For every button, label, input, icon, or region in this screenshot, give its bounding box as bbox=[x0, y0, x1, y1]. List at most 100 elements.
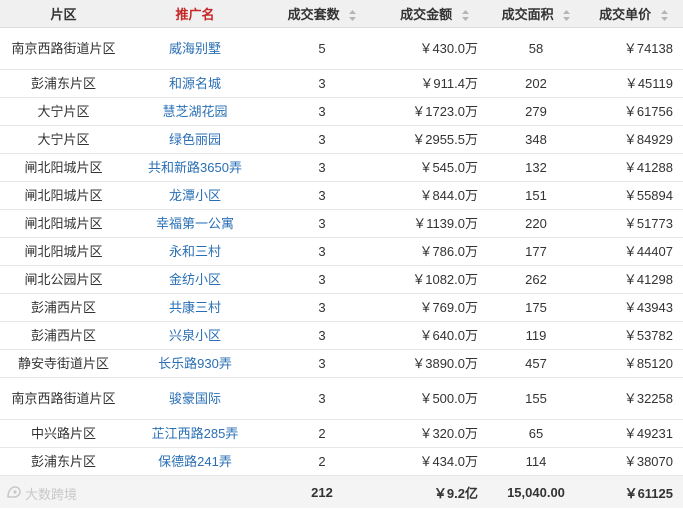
cell-size: 177 bbox=[488, 237, 584, 266]
footer-area-empty bbox=[0, 475, 127, 508]
cell-name-link[interactable]: 幸福第一公寓 bbox=[127, 209, 263, 238]
cell-price: ￥53782 bbox=[584, 321, 683, 350]
cell-size: 175 bbox=[488, 293, 584, 322]
cell-amount: ￥1082.0万 bbox=[381, 265, 488, 294]
table-row: 南京西路街道片区 威海别墅 5 ￥430.0万 58 ￥74138 bbox=[0, 27, 683, 70]
cell-size: 151 bbox=[488, 181, 584, 210]
footer-name-empty bbox=[127, 475, 263, 508]
cell-name-link[interactable]: 骏豪国际 bbox=[127, 377, 263, 420]
cell-count: 3 bbox=[263, 97, 381, 126]
cell-price: ￥41288 bbox=[584, 153, 683, 182]
cell-area: 彭浦东片区 bbox=[0, 447, 127, 476]
cell-amount: ￥640.0万 bbox=[381, 321, 488, 350]
cell-price: ￥84929 bbox=[584, 125, 683, 154]
cell-price: ￥51773 bbox=[584, 209, 683, 238]
cell-size: 65 bbox=[488, 419, 584, 448]
cell-count: 2 bbox=[263, 419, 381, 448]
cell-amount: ￥3890.0万 bbox=[381, 349, 488, 378]
cell-amount: ￥844.0万 bbox=[381, 181, 488, 210]
cell-amount: ￥1139.0万 bbox=[381, 209, 488, 238]
cell-name-link[interactable]: 保德路241弄 bbox=[127, 447, 263, 476]
cell-area: 闸北阳城片区 bbox=[0, 237, 127, 266]
cell-name-link[interactable]: 兴泉小区 bbox=[127, 321, 263, 350]
cell-name-link[interactable]: 共康三村 bbox=[127, 293, 263, 322]
cell-amount: ￥434.0万 bbox=[381, 447, 488, 476]
cell-count: 3 bbox=[263, 349, 381, 378]
cell-size: 279 bbox=[488, 97, 584, 126]
cell-price: ￥44407 bbox=[584, 237, 683, 266]
col-header-price[interactable]: 成交单价 bbox=[584, 0, 683, 28]
cell-name-link[interactable]: 龙潭小区 bbox=[127, 181, 263, 210]
col-header-count[interactable]: 成交套数 bbox=[263, 0, 381, 28]
cell-count: 2 bbox=[263, 447, 381, 476]
cell-name-link[interactable]: 共和新路3650弄 bbox=[127, 153, 263, 182]
table-row: 南京西路街道片区 骏豪国际 3 ￥500.0万 155 ￥32258 bbox=[0, 377, 683, 420]
cell-size: 114 bbox=[488, 447, 584, 476]
cell-count: 3 bbox=[263, 209, 381, 238]
cell-count: 3 bbox=[263, 265, 381, 294]
table-row: 闸北阳城片区 龙潭小区 3 ￥844.0万 151 ￥55894 bbox=[0, 181, 683, 210]
cell-name-link[interactable]: 永和三村 bbox=[127, 237, 263, 266]
table-row: 静安寺街道片区 长乐路930弄 3 ￥3890.0万 457 ￥85120 bbox=[0, 349, 683, 378]
cell-name-link[interactable]: 慧芝湖花园 bbox=[127, 97, 263, 126]
cell-amount: ￥430.0万 bbox=[381, 27, 488, 70]
cell-count: 3 bbox=[263, 237, 381, 266]
cell-area: 大宁片区 bbox=[0, 97, 127, 126]
table-row: 彭浦西片区 兴泉小区 3 ￥640.0万 119 ￥53782 bbox=[0, 321, 683, 350]
cell-count: 3 bbox=[263, 125, 381, 154]
cell-size: 132 bbox=[488, 153, 584, 182]
table-row: 大宁片区 绿色丽园 3 ￥2955.5万 348 ￥84929 bbox=[0, 125, 683, 154]
cell-price: ￥45119 bbox=[584, 69, 683, 98]
cell-count: 3 bbox=[263, 181, 381, 210]
cell-count: 3 bbox=[263, 293, 381, 322]
cell-area: 闸北阳城片区 bbox=[0, 209, 127, 238]
cell-name-link[interactable]: 长乐路930弄 bbox=[127, 349, 263, 378]
cell-price: ￥32258 bbox=[584, 377, 683, 420]
table-row: 闸北公园片区 金纺小区 3 ￥1082.0万 262 ￥41298 bbox=[0, 265, 683, 294]
cell-price: ￥55894 bbox=[584, 181, 683, 210]
cell-count: 3 bbox=[263, 69, 381, 98]
cell-area: 中兴路片区 bbox=[0, 419, 127, 448]
sort-arrows-icon[interactable] bbox=[563, 10, 571, 22]
cell-name-link[interactable]: 和源名城 bbox=[127, 69, 263, 98]
col-header-name[interactable]: 推广名 bbox=[127, 0, 263, 28]
cell-price: ￥61756 bbox=[584, 97, 683, 126]
cell-size: 348 bbox=[488, 125, 584, 154]
footer-size-total: 15,040.00 bbox=[488, 475, 584, 508]
table-row: 大宁片区 慧芝湖花园 3 ￥1723.0万 279 ￥61756 bbox=[0, 97, 683, 126]
cell-name-link[interactable]: 金纺小区 bbox=[127, 265, 263, 294]
col-header-amount[interactable]: 成交金额 bbox=[381, 0, 488, 28]
table-row: 彭浦东片区 和源名城 3 ￥911.4万 202 ￥45119 bbox=[0, 69, 683, 98]
cell-price: ￥43943 bbox=[584, 293, 683, 322]
cell-count: 3 bbox=[263, 377, 381, 420]
cell-area: 彭浦西片区 bbox=[0, 293, 127, 322]
cell-price: ￥41298 bbox=[584, 265, 683, 294]
cell-amount: ￥545.0万 bbox=[381, 153, 488, 182]
cell-count: 3 bbox=[263, 153, 381, 182]
cell-size: 155 bbox=[488, 377, 584, 420]
cell-size: 119 bbox=[488, 321, 584, 350]
cell-name-link[interactable]: 绿色丽园 bbox=[127, 125, 263, 154]
cell-amount: ￥1723.0万 bbox=[381, 97, 488, 126]
table-row: 彭浦西片区 共康三村 3 ￥769.0万 175 ￥43943 bbox=[0, 293, 683, 322]
cell-price: ￥85120 bbox=[584, 349, 683, 378]
footer-price-average: ￥61125 bbox=[584, 475, 683, 508]
sort-arrows-icon[interactable] bbox=[660, 10, 668, 22]
cell-amount: ￥769.0万 bbox=[381, 293, 488, 322]
cell-area: 南京西路街道片区 bbox=[0, 27, 127, 70]
table-footer-totals: 212 ￥9.2亿 15,040.00 ￥61125 bbox=[0, 475, 683, 508]
cell-amount: ￥911.4万 bbox=[381, 69, 488, 98]
table-header-row: 片区 推广名 成交套数 成交金额 成交面积 成交单价 bbox=[0, 0, 683, 28]
cell-name-link[interactable]: 芷江西路285弄 bbox=[127, 419, 263, 448]
cell-name-link[interactable]: 威海别墅 bbox=[127, 27, 263, 70]
table-row: 彭浦东片区 保德路241弄 2 ￥434.0万 114 ￥38070 bbox=[0, 447, 683, 476]
sort-arrows-icon[interactable] bbox=[349, 10, 357, 22]
table-row: 闸北阳城片区 共和新路3650弄 3 ￥545.0万 132 ￥41288 bbox=[0, 153, 683, 182]
cell-area: 彭浦西片区 bbox=[0, 321, 127, 350]
col-header-size[interactable]: 成交面积 bbox=[488, 0, 584, 28]
cell-size: 220 bbox=[488, 209, 584, 238]
table-row: 闸北阳城片区 幸福第一公寓 3 ￥1139.0万 220 ￥51773 bbox=[0, 209, 683, 238]
cell-count: 5 bbox=[263, 27, 381, 70]
sort-arrows-icon[interactable] bbox=[461, 10, 469, 22]
cell-area: 闸北阳城片区 bbox=[0, 153, 127, 182]
